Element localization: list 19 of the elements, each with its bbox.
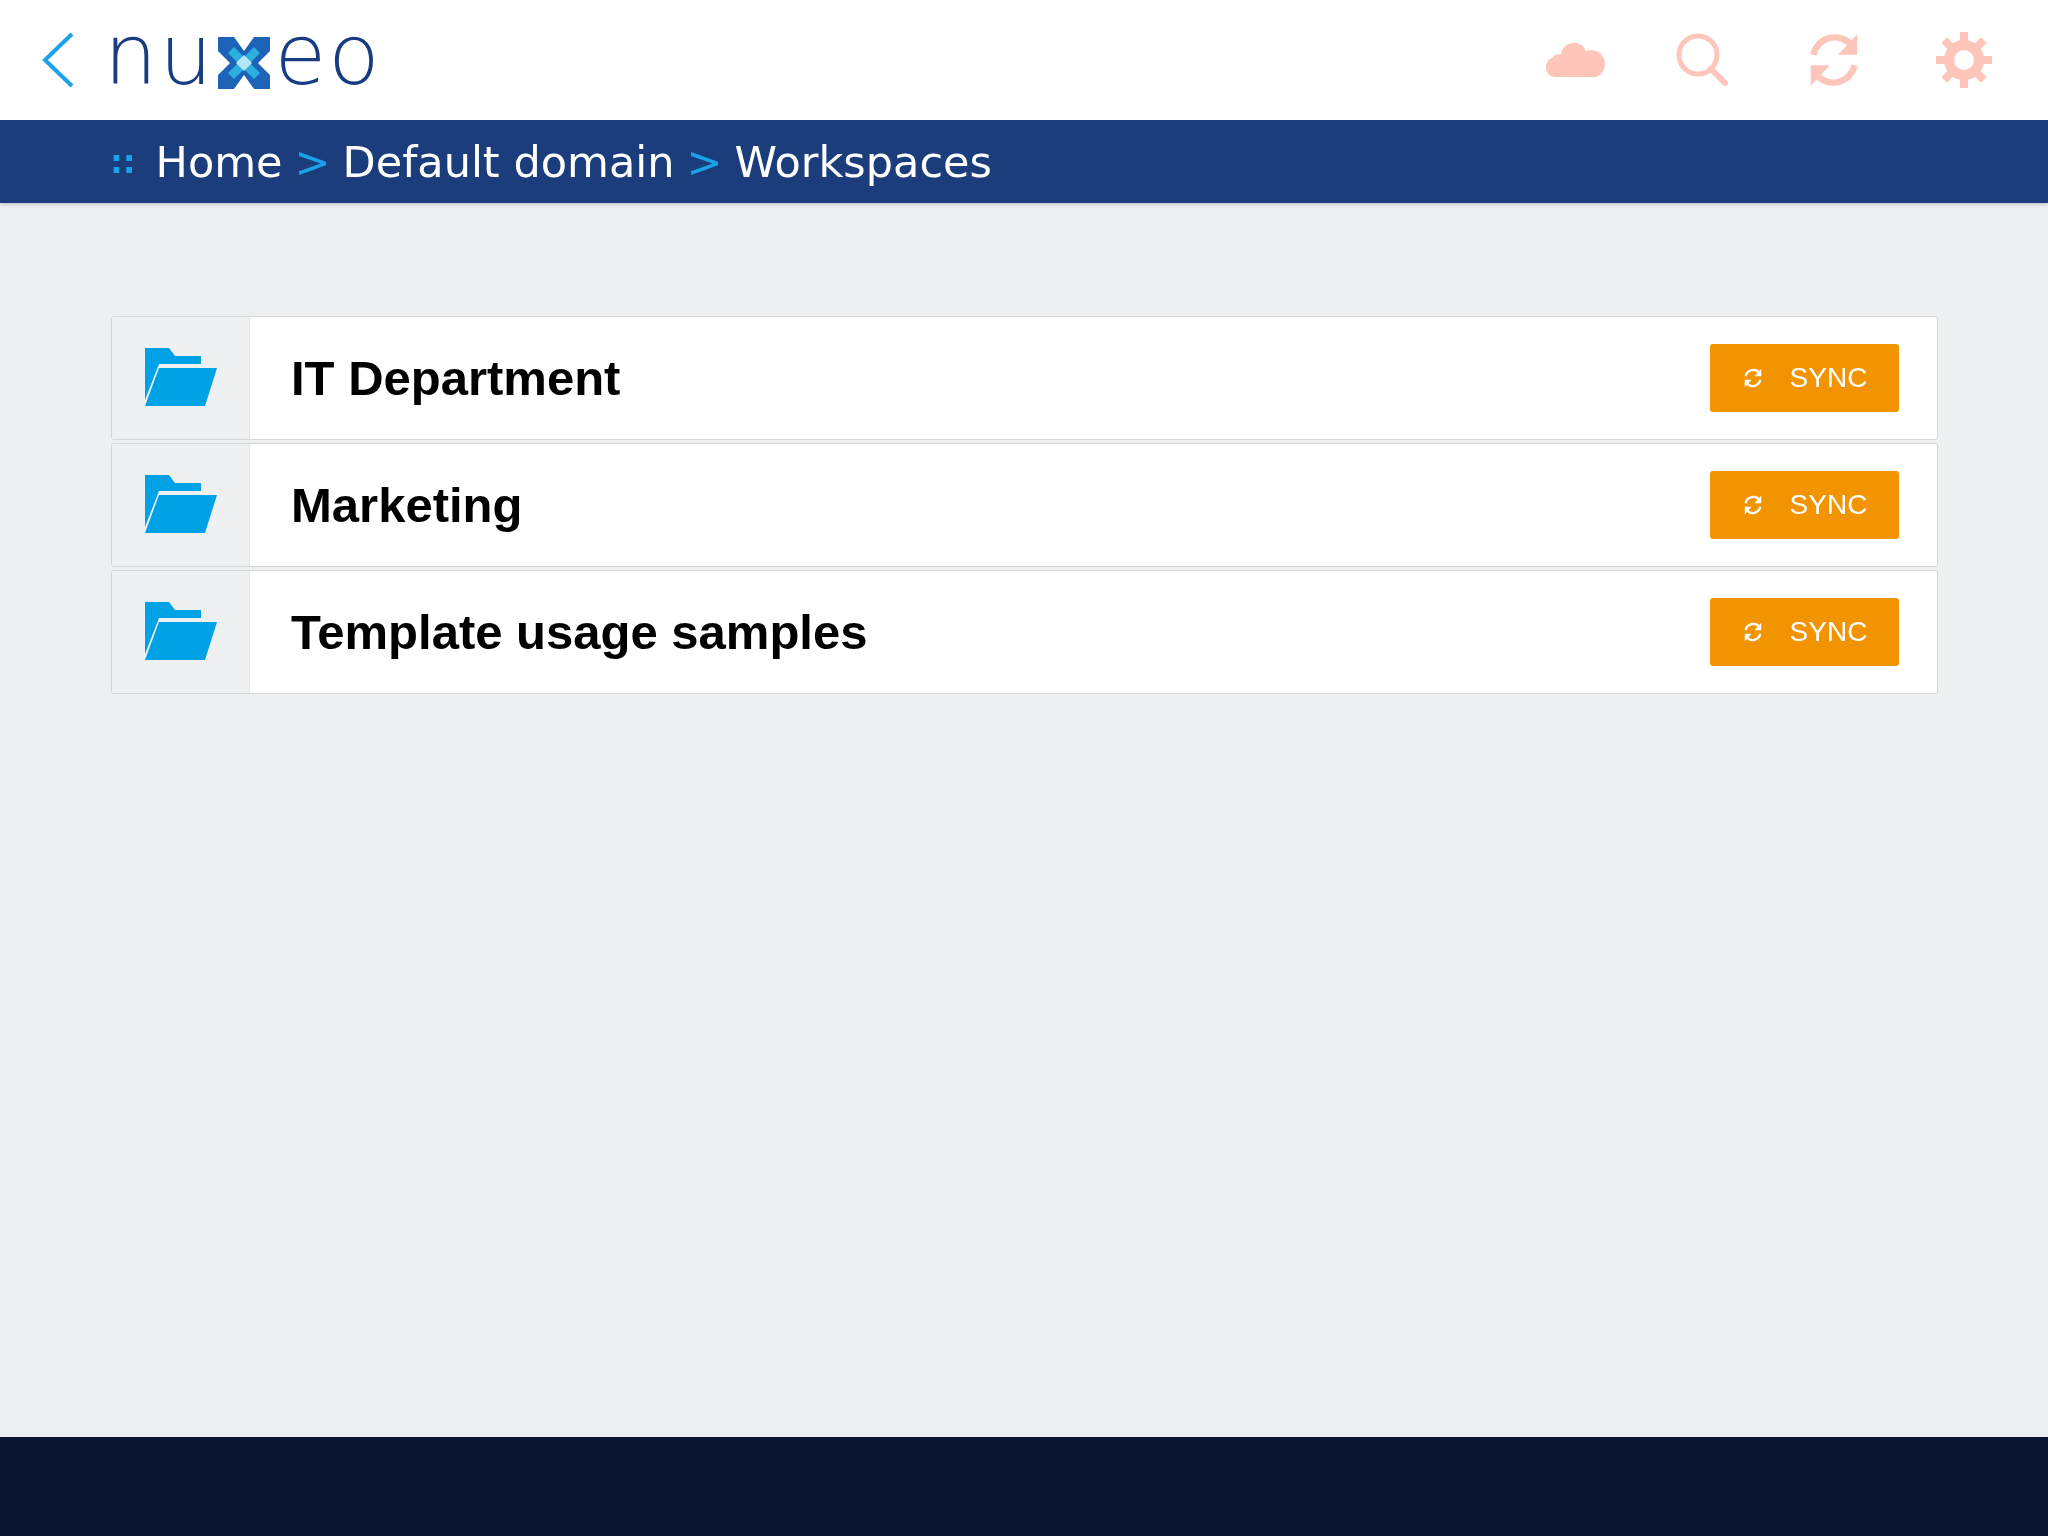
breadcrumb-separator: > — [686, 136, 723, 187]
breadcrumb-link[interactable]: Default domain — [342, 136, 675, 187]
logo-text: nu — [104, 13, 215, 106]
breadcrumb-link[interactable]: Workspaces — [734, 136, 992, 187]
workspace-row[interactable]: Marketing SYNC — [111, 443, 1938, 567]
logo-cross-icon — [218, 37, 271, 89]
breadcrumb-link[interactable]: Home — [155, 136, 283, 187]
workspace-row[interactable]: IT Department SYNC — [111, 316, 1938, 440]
workspace-title: Marketing — [291, 477, 523, 533]
folder-icon — [144, 602, 217, 662]
folder-icon — [144, 475, 217, 535]
folder-icon — [144, 348, 217, 408]
breadcrumb-separator: > — [294, 136, 331, 187]
workspace-row[interactable]: Template usage samples SYNC — [111, 570, 1938, 694]
workspace-title: IT Department — [291, 350, 621, 406]
logo-text: eo — [274, 13, 382, 106]
breadcrumb-marker: :: — [110, 142, 136, 181]
back-icon[interactable] — [40, 31, 76, 89]
workspace-title: Template usage samples — [291, 604, 868, 660]
